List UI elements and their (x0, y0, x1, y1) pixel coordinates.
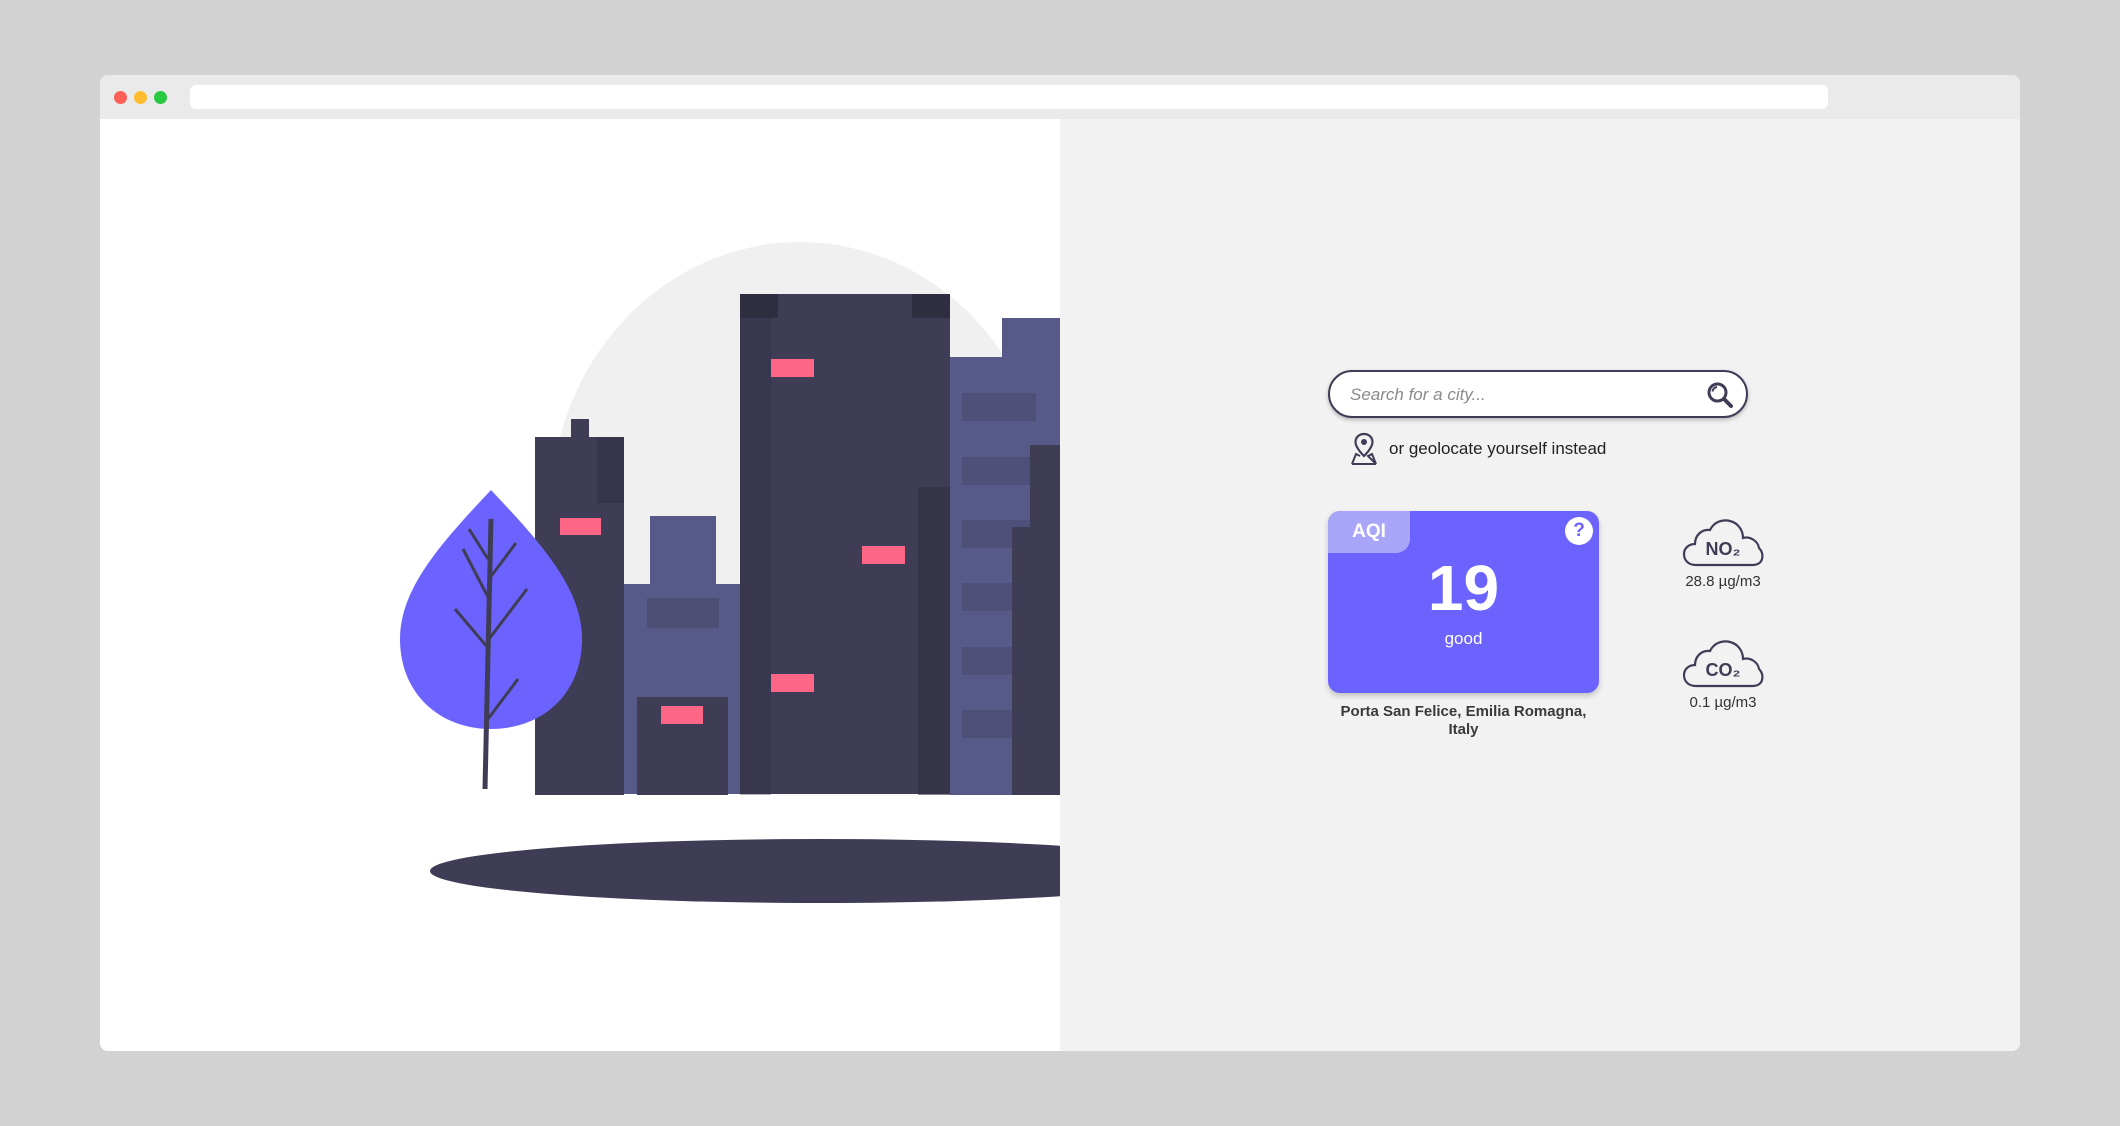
illustration-panel (100, 119, 1060, 1051)
address-bar[interactable] (190, 85, 1828, 109)
map-pin-icon (1349, 432, 1379, 466)
co2-pollutant: CO₂ 0.1 µg/m3 (1680, 638, 1766, 711)
city-search[interactable] (1328, 370, 1748, 418)
location-name: Porta San Felice, Emilia Romagna, Italy (1340, 703, 1587, 738)
pollutant-value: 0.1 µg/m3 (1689, 694, 1757, 711)
aqi-tag: AQI (1328, 511, 1410, 553)
city-illustration (400, 242, 1060, 903)
pollutant-name: NO₂ (1706, 539, 1741, 559)
geolocate-label: or geolocate yourself instead (1389, 439, 1607, 458)
cloud-icon: CO₂ (1682, 640, 1764, 688)
page-content: or geolocate yourself instead AQI ? 19 g… (100, 119, 2020, 1051)
close-window-button[interactable] (114, 91, 127, 104)
geolocate-link[interactable]: or geolocate yourself instead (1349, 432, 1606, 466)
cloud-icon: NO₂ (1682, 519, 1764, 567)
no2-pollutant: NO₂ 28.8 µg/m3 (1680, 517, 1766, 590)
browser-titlebar (100, 75, 2020, 119)
aqi-value: 19 (1427, 552, 1500, 624)
aqi-quality-label: good (1444, 629, 1483, 648)
search-input[interactable] (1348, 382, 1692, 408)
browser-window: or geolocate yourself instead AQI ? 19 g… (100, 75, 2020, 1051)
maximize-window-button[interactable] (154, 91, 167, 104)
minimize-window-button[interactable] (134, 91, 147, 104)
search-icon[interactable] (1706, 381, 1734, 409)
pollutant-name: CO₂ (1706, 660, 1741, 680)
air-quality-panel: or geolocate yourself instead AQI ? 19 g… (1060, 119, 2020, 1051)
pollutant-value: 28.8 µg/m3 (1685, 573, 1761, 590)
aqi-card: AQI ? 19 good (1328, 511, 1599, 693)
help-button[interactable]: ? (1565, 517, 1593, 545)
